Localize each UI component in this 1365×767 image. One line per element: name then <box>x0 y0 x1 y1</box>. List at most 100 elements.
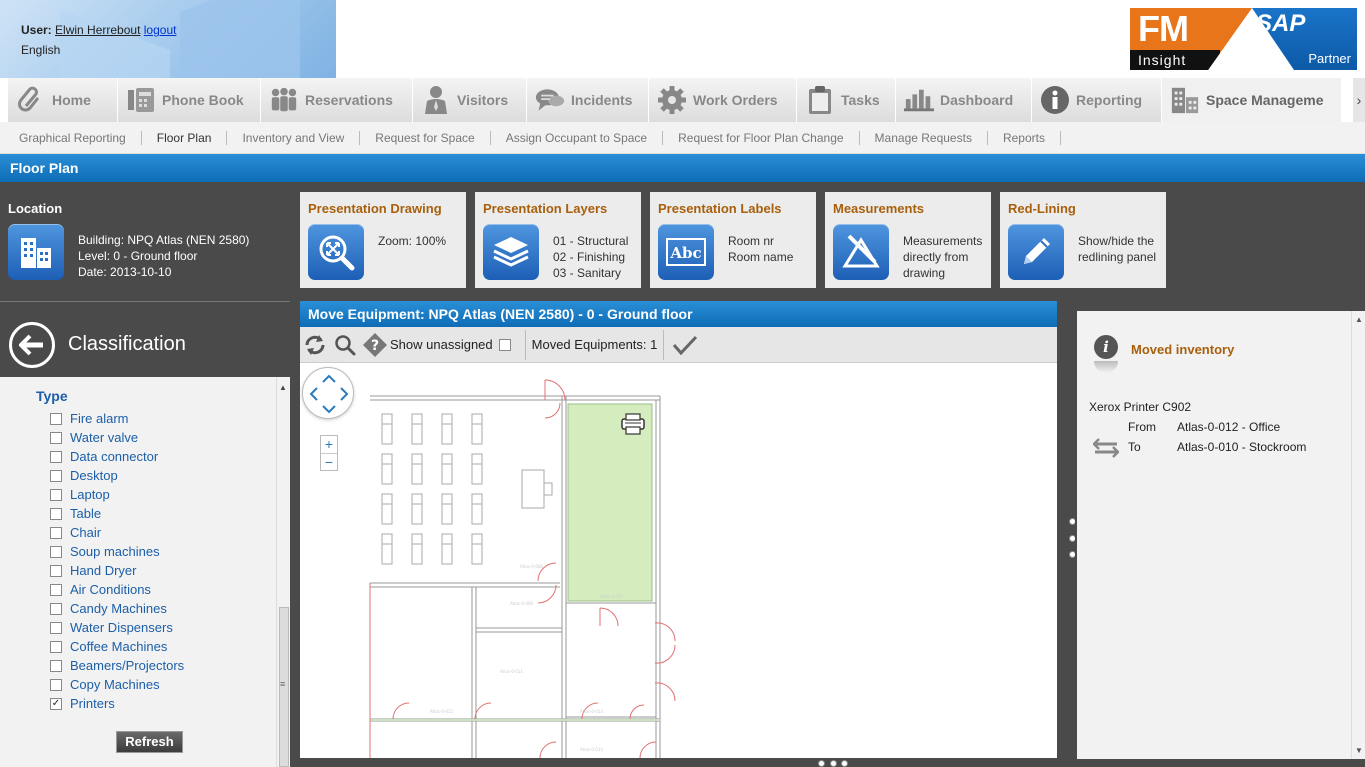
back-arrow-icon[interactable] <box>9 322 55 368</box>
zoom-out-button[interactable]: − <box>321 453 337 470</box>
type-item-beamers-projectors[interactable]: Beamers/Projectors <box>50 656 184 675</box>
logout-link[interactable]: logout <box>144 23 177 37</box>
subnav-inventory-and-view[interactable]: Inventory and View <box>227 130 361 145</box>
show-unassigned-checkbox[interactable] <box>498 338 511 351</box>
text-label-icon[interactable]: Abc <box>658 224 714 280</box>
location-title: Location <box>8 201 63 216</box>
type-item-copy-machines[interactable]: Copy Machines <box>50 675 184 694</box>
checkbox[interactable] <box>50 412 62 425</box>
type-item-water-valve[interactable]: Water valve <box>50 428 184 447</box>
tab-incidents[interactable]: Incidents <box>527 78 649 122</box>
type-item-laptop[interactable]: Laptop <box>50 485 184 504</box>
classification-scrollbar[interactable]: ▲ ≡ <box>276 377 290 767</box>
tab-phone-book[interactable]: Phone Book <box>118 78 261 122</box>
type-item-fire-alarm[interactable]: Fire alarm <box>50 409 184 428</box>
checkbox[interactable] <box>50 659 62 672</box>
type-item-table[interactable]: Table <box>50 504 184 523</box>
tab-dashboard[interactable]: Dashboard <box>896 78 1032 122</box>
checkbox[interactable] <box>50 640 62 653</box>
tab-reporting[interactable]: Reporting <box>1032 78 1162 122</box>
checkbox[interactable] <box>50 602 62 615</box>
clipboard-icon <box>805 85 835 115</box>
to-value: Atlas-0-010 - Stockroom <box>1177 440 1307 454</box>
bottom-splitter-handle[interactable] <box>818 759 848 767</box>
scroll-down-icon[interactable]: ▼ <box>1355 746 1363 755</box>
location-details: Building: NPQ Atlas (NEN 2580) Level: 0 … <box>78 232 249 280</box>
checkbox[interactable] <box>50 526 62 539</box>
type-item-chair[interactable]: Chair <box>50 523 184 542</box>
refresh-icon[interactable] <box>300 330 330 360</box>
type-item-hand-dryer[interactable]: Hand Dryer <box>50 561 184 580</box>
checkbox[interactable] <box>50 564 62 577</box>
type-title: Type <box>36 388 68 404</box>
ruler-icon[interactable] <box>833 224 889 280</box>
scroll-up-icon[interactable]: ▲ <box>279 383 287 392</box>
subnav-request-floor-plan-change[interactable]: Request for Floor Plan Change <box>663 130 860 145</box>
red-lining-text: Show/hide the redlining panel <box>1078 234 1157 264</box>
checkbox[interactable] <box>50 450 62 463</box>
presentation-drawing-panel: Presentation Drawing Zoom: 100% <box>300 192 466 288</box>
subnav-assign-occupant[interactable]: Assign Occupant to Space <box>491 130 664 145</box>
svg-text:Atlas-0-008: Atlas-0-008 <box>520 564 543 569</box>
tab-home[interactable]: Home <box>8 78 118 122</box>
checkbox-checked[interactable]: ✓ <box>50 697 62 710</box>
page-title: Floor Plan <box>0 154 1365 182</box>
info-icon: i <box>1094 335 1118 359</box>
checkbox[interactable] <box>50 507 62 520</box>
question-icon[interactable]: ? <box>360 330 390 360</box>
subnav-reports[interactable]: Reports <box>988 130 1061 145</box>
user-box: User: Elwin Herrebout logout English <box>21 20 176 60</box>
presentation-layers-panel: Presentation Layers 01 - Structural 02 -… <box>475 192 641 288</box>
red-lining-panel: Red-Lining Show/hide the redlining panel <box>1000 192 1166 288</box>
tab-tasks[interactable]: Tasks <box>797 78 896 122</box>
refresh-button[interactable]: Refresh <box>116 731 183 753</box>
svg-text:Atlas-0-014: Atlas-0-014 <box>580 747 603 752</box>
type-filter-list: Type Fire alarm Water valve Data connect… <box>0 377 290 767</box>
pan-control[interactable] <box>302 367 354 419</box>
checkbox[interactable] <box>50 678 62 691</box>
type-item-printers[interactable]: ✓ Printers <box>50 694 184 713</box>
user-name-link[interactable]: Elwin Herrebout <box>55 23 140 37</box>
subnav-graphical-reporting[interactable]: Graphical Reporting <box>4 130 142 145</box>
subnav-manage-requests[interactable]: Manage Requests <box>860 130 988 145</box>
type-item-desktop[interactable]: Desktop <box>50 466 184 485</box>
checkbox[interactable] <box>50 621 62 634</box>
checkbox[interactable] <box>50 431 62 444</box>
sub-navigation: Graphical Reporting Floor Plan Inventory… <box>0 122 1365 154</box>
zoom-extent-icon[interactable] <box>308 224 364 280</box>
checkmark-icon[interactable] <box>670 330 700 360</box>
moved-item-name: Xerox Printer C902 <box>1089 400 1192 414</box>
presentation-drawing-title: Presentation Drawing <box>308 201 442 216</box>
type-item-water-dispensers[interactable]: Water Dispensers <box>50 618 184 637</box>
checkbox[interactable] <box>50 583 62 596</box>
tabs-scroll-right-icon[interactable]: › <box>1353 78 1365 122</box>
checkbox[interactable] <box>50 545 62 558</box>
from-label: From <box>1128 420 1156 434</box>
layers-icon[interactable] <box>483 224 539 280</box>
search-icon[interactable] <box>330 330 360 360</box>
show-unassigned-label: Show unassigned <box>390 337 493 352</box>
presentation-layers-title: Presentation Layers <box>483 201 608 216</box>
floor-plan-canvas[interactable]: Atlas-0-008 Atlas-0-009 Atlas-0-010 Atla… <box>300 363 1057 758</box>
svg-text:Atlas-0-009: Atlas-0-009 <box>510 601 533 606</box>
subnav-request-for-space[interactable]: Request for Space <box>360 130 491 145</box>
type-item-air-conditions[interactable]: Air Conditions <box>50 580 184 599</box>
tab-space-management[interactable]: Space Manageme <box>1162 78 1342 122</box>
subnav-floor-plan[interactable]: Floor Plan <box>142 130 228 145</box>
checkbox[interactable] <box>50 488 62 501</box>
location-building-icon[interactable] <box>8 224 64 280</box>
type-item-coffee-machines[interactable]: Coffee Machines <box>50 637 184 656</box>
type-item-candy-machines[interactable]: Candy Machines <box>50 599 184 618</box>
type-item-data-connector[interactable]: Data connector <box>50 447 184 466</box>
zoom-in-button[interactable]: + <box>321 436 337 453</box>
type-item-soup-machines[interactable]: Soup machines <box>50 542 184 561</box>
tab-work-orders[interactable]: Work Orders <box>649 78 797 122</box>
checkbox[interactable] <box>50 469 62 482</box>
tab-visitors[interactable]: Visitors <box>413 78 527 122</box>
scroll-up-icon[interactable]: ▲ <box>1355 315 1363 324</box>
pencil-icon[interactable] <box>1008 224 1064 280</box>
swap-arrows-icon <box>1092 437 1120 465</box>
tab-reservations[interactable]: Reservations <box>261 78 413 122</box>
moved-inventory-title: Moved inventory <box>1131 342 1235 357</box>
moved-inventory-scrollbar[interactable]: ▲ ▼ <box>1351 311 1365 759</box>
